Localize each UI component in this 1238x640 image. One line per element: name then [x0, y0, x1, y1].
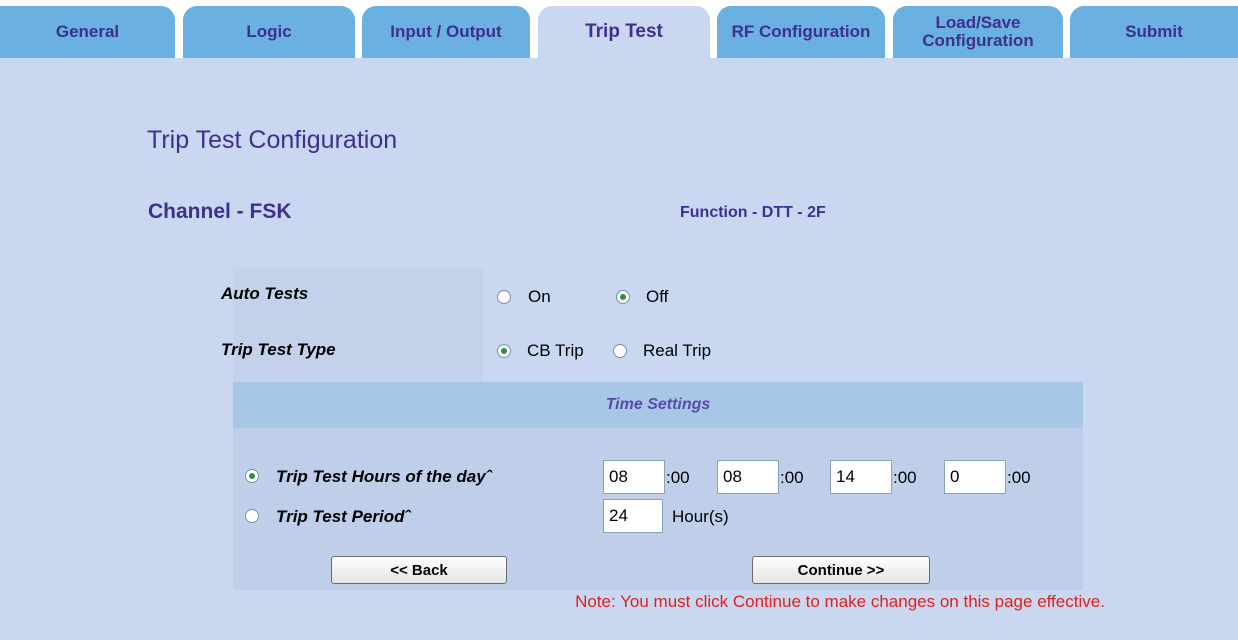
continue-button[interactable]: Continue >> [752, 556, 930, 584]
cb-trip-label[interactable]: CB Trip [527, 341, 584, 361]
trip-test-period-unit: Hour(s) [672, 507, 729, 526]
auto-tests-off-radio[interactable] [616, 290, 630, 304]
tab-load-save-configuration-label: Load/Save Configuration [922, 13, 1034, 50]
tab-logic-label: Logic [246, 22, 292, 41]
trip-test-config-table: Auto Tests On Off Trip Test Type CB Trip… [221, 268, 1083, 590]
tab-submit[interactable]: Submit [1070, 6, 1238, 58]
page: General Logic Input / Output Trip Test R… [0, 0, 1238, 640]
tab-rf-configuration[interactable]: RF Configuration [717, 6, 885, 58]
tab-input-output[interactable]: Input / Output [362, 6, 530, 58]
tab-general-label: General [55, 22, 120, 41]
hour-input-2[interactable]: 08 [717, 460, 779, 494]
tab-general[interactable]: General [0, 6, 175, 58]
function-label: Function - DTT - 2F [680, 204, 826, 221]
continue-note: Note: You must click Continue to make ch… [575, 592, 1105, 611]
tab-rf-configuration-label: RF Configuration [731, 22, 871, 41]
tab-load-save-configuration[interactable]: Load/Save Configuration [893, 6, 1063, 58]
cb-trip-radio[interactable] [497, 344, 511, 358]
tab-trip-test-label: Trip Test [585, 21, 663, 42]
channel-label: Channel - FSK [148, 200, 292, 223]
tab-logic[interactable]: Logic [183, 6, 355, 58]
trip-test-period-label: Trip Test Periodˆ [276, 507, 411, 526]
hours-of-day-label: Trip Test Hours of the dayˆ [276, 467, 492, 486]
trip-test-period-input[interactable]: 24 [603, 499, 663, 533]
real-trip-radio[interactable] [613, 344, 627, 358]
hour-input-2-suffix: :00 [780, 468, 804, 487]
tab-submit-label: Submit [1125, 22, 1183, 41]
hour-input-3[interactable]: 14 [830, 460, 892, 494]
time-settings-header: Time Settings [233, 382, 1083, 428]
back-button[interactable]: << Back [331, 556, 507, 584]
real-trip-label[interactable]: Real Trip [643, 341, 711, 361]
tab-trip-test[interactable]: Trip Test [538, 6, 710, 58]
hour-input-1[interactable]: 08 [603, 460, 665, 494]
hour-input-3-suffix: :00 [893, 468, 917, 487]
tab-bar: General Logic Input / Output Trip Test R… [0, 0, 1238, 58]
hours-of-day-radio[interactable] [245, 469, 259, 483]
page-title: Trip Test Configuration [147, 126, 398, 154]
hour-input-4[interactable]: 0 [944, 460, 1006, 494]
auto-tests-on-radio[interactable] [497, 290, 511, 304]
trip-test-type-label: Trip Test Type [221, 340, 336, 359]
main-panel: Trip Test Configuration Channel - FSK Fu… [0, 58, 1238, 640]
hour-input-4-suffix: :00 [1007, 468, 1031, 487]
auto-tests-label: Auto Tests [221, 284, 309, 303]
auto-tests-off-label[interactable]: Off [646, 287, 668, 307]
trip-test-period-radio[interactable] [245, 509, 259, 523]
auto-tests-on-label[interactable]: On [528, 287, 551, 307]
tab-input-output-label: Input / Output [390, 22, 502, 41]
hour-input-1-suffix: :00 [666, 468, 690, 487]
